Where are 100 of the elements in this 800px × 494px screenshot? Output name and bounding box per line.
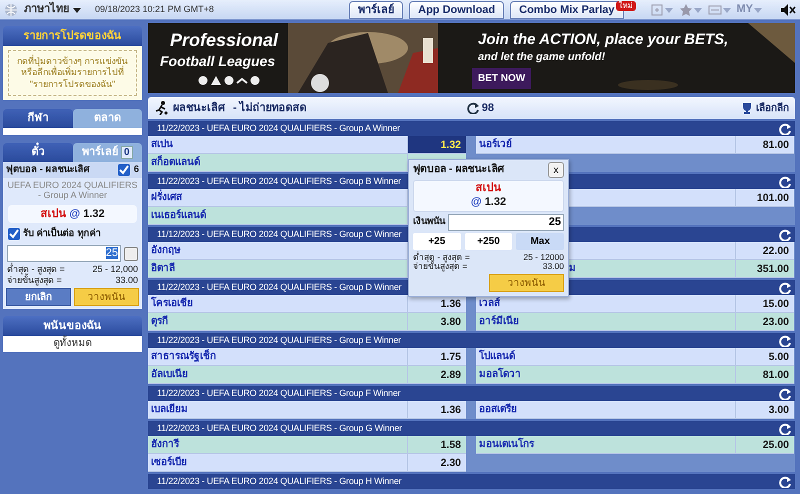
- limit-label: จ่ายขั้นสูงสุด =: [413, 262, 468, 272]
- odds-cell[interactable]: 1.32: [407, 136, 466, 154]
- limit-label: จ่ายขั้นสูงสุด =: [7, 274, 62, 286]
- market-label: ฟุตบอล - ผลชนะเลิศ: [6, 162, 90, 177]
- odds-cell[interactable]: 15.00: [735, 295, 794, 313]
- nav-button[interactable]: App Download: [409, 0, 504, 18]
- odds-cell[interactable]: 3.80: [407, 313, 466, 331]
- odds-cell[interactable]: 81.00: [735, 366, 794, 384]
- favorites-hint: กดที่ปุ่มดาวข้างๆ การแข่งขัน หรือลีกเพื่อเพิ่มรายการไปที่ "รายการโปรดของฉัน": [8, 50, 137, 96]
- checkbox[interactable]: [8, 228, 20, 240]
- odds-cell[interactable]: 22.00: [735, 242, 794, 260]
- favorites-header: รายการโปรดของฉัน: [3, 26, 142, 46]
- group-title: 11/22/2023 - UEFA EURO 2024 QUALIFIERS - Group E Winner: [157, 334, 401, 347]
- team-cell[interactable]: สเปน: [148, 136, 407, 154]
- trophy-icon[interactable]: [741, 102, 753, 114]
- team-cell[interactable]: นอร์เวย์: [476, 136, 735, 154]
- language-selector[interactable]: ภาษาไทย: [24, 1, 69, 18]
- my-bets-header: พนันของฉัน: [3, 316, 142, 336]
- limit-label: ต่ำสุด - สูงสุด =: [7, 264, 65, 274]
- league-name: UEFA EURO 2024 QUALIFIERS - Group A Winner: [6, 179, 139, 202]
- close-button[interactable]: x: [548, 162, 564, 178]
- odds-cell[interactable]: 2.89: [407, 366, 466, 384]
- market-subtitle: - ไม่ถ่ายทอดสด: [233, 100, 307, 116]
- stake-input[interactable]: 25: [7, 245, 121, 262]
- place-bet-button[interactable]: วางพนัน: [74, 288, 139, 306]
- limit-value: 25 - 12000: [523, 252, 564, 262]
- checkbox-label: รับ ค่าเป็นต่อ ทุกค่า: [23, 227, 100, 242]
- odds-cell[interactable]: 23.00: [735, 313, 794, 331]
- group-title: 11/22/2023 - UEFA EURO 2024 QUALIFIERS - Group G Winner: [157, 422, 402, 435]
- group-title: 11/22/2023 - UEFA EURO 2024 QUALIFIERS - Group B Winner: [157, 174, 401, 188]
- star-icon[interactable]: [678, 4, 692, 16]
- team-cell[interactable]: อาร์มีเนีย: [476, 313, 735, 331]
- odds-cell[interactable]: 2.30: [407, 454, 466, 472]
- caret-icon[interactable]: [73, 6, 81, 14]
- group-title: 11/22/2023 - UEFA EURO 2024 QUALIFIERS - Group A Winner: [157, 122, 400, 135]
- place-bet-button[interactable]: วางพนัน: [489, 274, 564, 292]
- select-league-button[interactable]: เลือกลีก: [756, 100, 789, 116]
- account-menu: MY: [736, 1, 753, 18]
- limit-value: 25 - 12,000: [92, 264, 138, 275]
- checkbox[interactable]: [118, 164, 130, 176]
- team-cell[interactable]: เบลเยียม: [148, 401, 407, 419]
- count-badge: 0: [120, 146, 133, 159]
- limit-value: 33.00: [115, 274, 138, 286]
- team-cell[interactable]: เวลส์: [476, 295, 735, 313]
- team-cell[interactable]: ฝรั่งเศส: [148, 189, 407, 207]
- limit-label: ต่ำสุด - สูงสุด =: [413, 252, 470, 262]
- team-cell[interactable]: อังกฤษ: [148, 242, 407, 260]
- team-cell[interactable]: มอนเตเนโกร: [476, 436, 735, 454]
- odds-cell[interactable]: 351.00: [735, 260, 794, 278]
- market-title: ผลชนะเลิศ: [173, 100, 225, 116]
- team-cell[interactable]: ตุรกี: [148, 313, 407, 331]
- odds-cell[interactable]: 1.36: [407, 401, 466, 419]
- selection-box: สเปน @ 1.32: [8, 204, 137, 224]
- selection-odds: @ 1.32: [470, 196, 508, 210]
- team-cell[interactable]: โครเอเชีย: [148, 295, 407, 313]
- banner-tagline: and let the game unfold!: [478, 52, 606, 63]
- odds-cell[interactable]: 81.00: [735, 136, 794, 154]
- group-title: 11/22/2023 - UEFA EURO 2024 QUALIFIERS - Group D Winner: [157, 280, 402, 294]
- team-cell[interactable]: เนเธอร์แลนด์: [148, 207, 407, 225]
- group-title: 11/22/2023 - UEFA EURO 2024 QUALIFIERS - Group F Winner: [157, 386, 400, 400]
- group-title: 11/12/2023 - UEFA EURO 2024 QUALIFIERS - Group C Winner: [157, 228, 402, 241]
- nav-button[interactable]: พาร์เลย์: [349, 0, 404, 18]
- quick-amount-button[interactable]: +25: [413, 232, 461, 250]
- team-cell[interactable]: ฮังการี: [148, 436, 407, 454]
- selection-name: สเปน: [474, 182, 502, 196]
- banner-title: Professional: [170, 31, 278, 49]
- odds-cell[interactable]: 1.58: [407, 436, 466, 454]
- tab[interactable]: พาร์เลย์ 0: [72, 142, 142, 162]
- team-cell[interactable]: โปแลนด์: [476, 348, 735, 366]
- view-all-link[interactable]: ดูทั้งหมด: [3, 336, 142, 352]
- checkbox[interactable]: [124, 246, 138, 261]
- team-cell[interactable]: อัลเบเนีย: [148, 366, 407, 384]
- league-logos-icon: [198, 75, 260, 86]
- odds-cell[interactable]: 25.00: [735, 436, 794, 454]
- team-cell[interactable]: ออสเตรีย: [476, 401, 735, 419]
- soccer-player-icon: [154, 101, 168, 115]
- team-cell[interactable]: มอลโดวา: [476, 366, 735, 384]
- mute-icon[interactable]: [780, 2, 796, 16]
- odds-cell[interactable]: 5.00: [735, 348, 794, 366]
- team-cell[interactable]: เซอร์เบีย: [148, 454, 407, 472]
- odds-cell[interactable]: 101.00: [735, 189, 794, 207]
- limit-value: 33.00: [542, 262, 564, 272]
- odds-cell[interactable]: 1.75: [407, 348, 466, 366]
- banner-headline: Join the ACTION, place your BETS,: [478, 32, 728, 47]
- team-cell[interactable]: สาธารณรัฐเช็ก: [148, 348, 407, 366]
- quick-amount-button[interactable]: Max: [516, 232, 564, 250]
- tab[interactable]: ตั๋ว: [3, 142, 72, 162]
- new-badge: ใหม่: [616, 0, 636, 10]
- bet-now-button[interactable]: BET NOW: [472, 68, 532, 89]
- stake-input[interactable]: 25: [448, 214, 564, 230]
- date-time: 09/18/2023 10:21 PM GMT+8: [95, 2, 215, 16]
- cancel-button[interactable]: ยกเลิก: [6, 288, 71, 306]
- refresh-icon[interactable]: [466, 102, 479, 114]
- team-cell[interactable]: สก็อตแลนด์: [148, 154, 407, 172]
- odds-cell[interactable]: 3.00: [735, 401, 794, 419]
- quick-amount-button[interactable]: +250: [464, 232, 512, 250]
- match-count: 98: [482, 100, 495, 116]
- team-cell[interactable]: อิตาลี: [148, 260, 407, 278]
- bet-count: 6: [134, 162, 139, 177]
- tab[interactable]: กีฬา: [3, 108, 72, 128]
